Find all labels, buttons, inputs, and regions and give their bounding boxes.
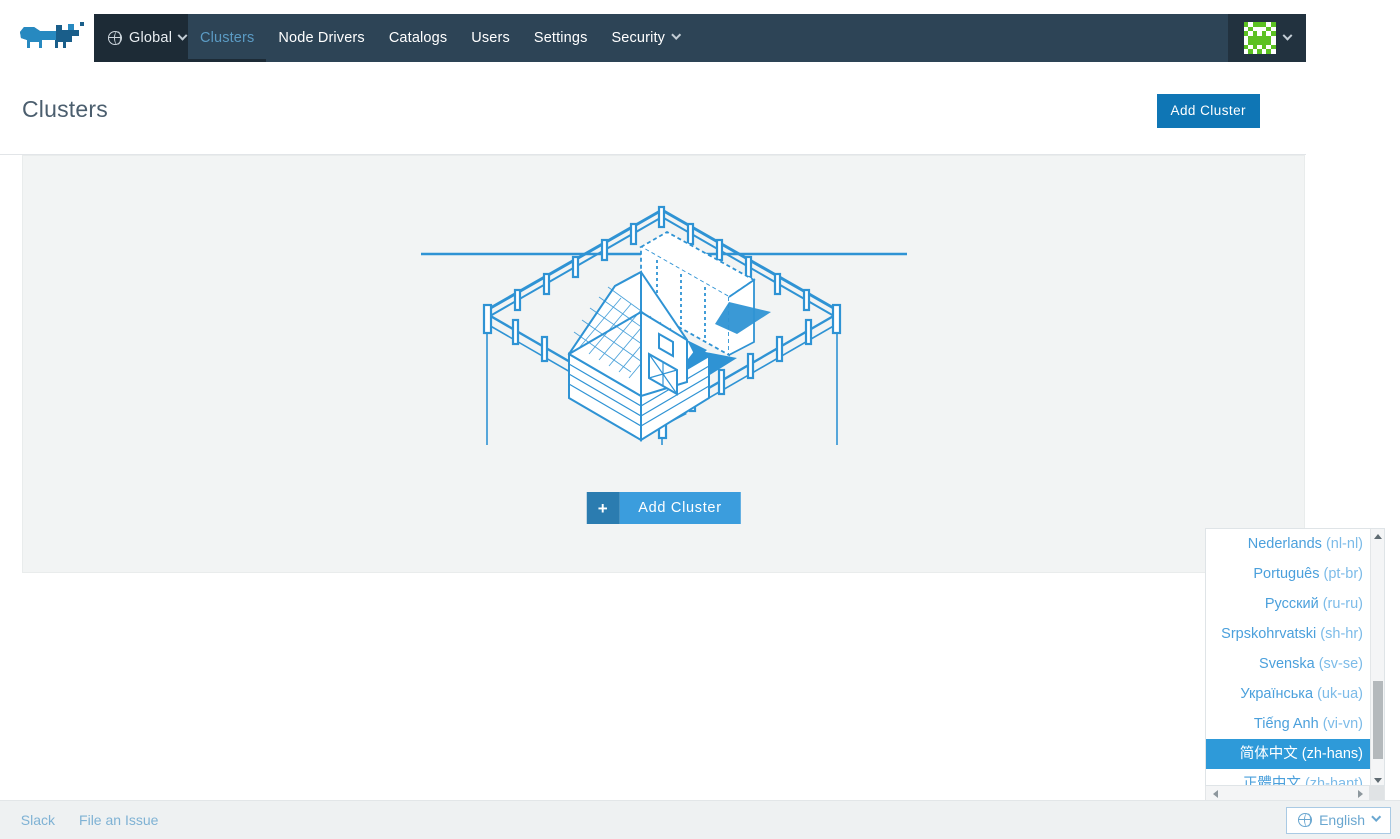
identicon-cell	[1271, 49, 1276, 54]
language-option[interactable]: Srpskohrvatski (sh-hr)	[1206, 619, 1370, 649]
nav-item-label: Settings	[534, 30, 588, 46]
navbar: Global Clusters Node Drivers Catalogs Users…	[94, 14, 1306, 62]
language-option[interactable]: Nederlands (nl-nl)	[1206, 529, 1370, 559]
nav-items: Clusters Node Drivers Catalogs Users Setting…	[188, 14, 691, 62]
language-code: (uk-ua)	[1317, 686, 1363, 702]
scroll-down-arrow-icon[interactable]	[1371, 773, 1385, 786]
language-option[interactable]: Português (pt-br)	[1206, 559, 1370, 589]
chevron-down-icon	[671, 30, 681, 40]
global-context-label: Global	[129, 30, 172, 46]
nav-item-node-drivers[interactable]: Node Drivers	[266, 14, 376, 62]
language-option-list: Nederlands (nl-nl)Português (pt-br)Русск…	[1206, 529, 1370, 786]
nav-item-security[interactable]: Security	[599, 14, 691, 62]
chevron-down-icon	[1282, 30, 1292, 40]
scroll-left-arrow-icon[interactable]	[1208, 786, 1223, 801]
language-option[interactable]: Svenska (sv-se)	[1206, 649, 1370, 679]
language-name: Tiếng Anh	[1254, 716, 1319, 732]
language-name: Nederlands	[1248, 536, 1322, 552]
language-code: (zh-hans)	[1302, 746, 1363, 762]
nav-item-label: Node Drivers	[278, 30, 364, 46]
nav-item-label: Security	[611, 30, 665, 46]
page-header: Clusters Add Cluster	[0, 62, 1306, 155]
language-code: (vi-vn)	[1323, 716, 1363, 732]
nav-item-label: Catalogs	[389, 30, 447, 46]
footer-links: usSlackFile an Issue	[0, 812, 158, 828]
scroll-up-arrow-icon[interactable]	[1371, 529, 1385, 543]
global-context-selector[interactable]: Global	[94, 14, 188, 62]
scroll-right-arrow-icon[interactable]	[1353, 786, 1368, 801]
globe-icon	[1298, 813, 1312, 827]
isometric-farm-barn-illustration	[419, 202, 909, 467]
footer-bar: usSlackFile an Issue English	[0, 800, 1400, 839]
language-selector-label: English	[1319, 812, 1365, 828]
nav-item-label: Users	[471, 30, 510, 46]
language-option[interactable]: Tiếng Anh (vi-vn)	[1206, 709, 1370, 739]
page-title: Clusters	[22, 96, 108, 123]
footer-link[interactable]: File an Issue	[79, 812, 158, 828]
language-name: Українська	[1240, 686, 1313, 702]
language-dropdown-menu[interactable]: Nederlands (nl-nl)Português (pt-br)Русск…	[1205, 528, 1385, 786]
language-code: (sv-se)	[1319, 656, 1363, 672]
language-name: 简体中文	[1240, 746, 1298, 762]
nav-item-users[interactable]: Users	[459, 14, 522, 62]
plus-icon: +	[586, 492, 619, 524]
scrollbar-corner	[1369, 786, 1384, 801]
language-code: (zh-hant)	[1305, 776, 1363, 786]
clusters-empty-state-panel: + Add Cluster	[22, 155, 1305, 573]
footer-link[interactable]: Slack	[21, 812, 55, 828]
language-name: Svenska	[1259, 656, 1315, 672]
add-cluster-label: Add Cluster	[619, 492, 740, 524]
language-option[interactable]: Українська (uk-ua)	[1206, 679, 1370, 709]
language-name: Русский	[1265, 596, 1319, 612]
add-cluster-button-header[interactable]: Add Cluster	[1157, 94, 1260, 128]
user-menu[interactable]	[1228, 14, 1306, 62]
chevron-down-icon	[1371, 812, 1381, 822]
nav-item-label: Clusters	[200, 30, 254, 46]
language-code: (ru-ru)	[1323, 596, 1363, 612]
chevron-down-icon	[178, 30, 188, 40]
language-code: (pt-br)	[1324, 566, 1363, 582]
top-navigation-bar: Global Clusters Node Drivers Catalogs Users…	[0, 0, 1400, 62]
nav-item-settings[interactable]: Settings	[522, 14, 600, 62]
vertical-scrollbar-thumb[interactable]	[1373, 681, 1383, 759]
language-name: Português	[1253, 566, 1319, 582]
language-option[interactable]: 简体中文 (zh-hans)	[1206, 739, 1370, 769]
avatar	[1244, 22, 1276, 54]
nav-item-catalogs[interactable]: Catalogs	[377, 14, 459, 62]
language-name: 正體中文	[1243, 776, 1301, 786]
language-name: Srpskohrvatski	[1221, 626, 1316, 642]
language-code: (sh-hr)	[1320, 626, 1363, 642]
rancher-logo[interactable]	[18, 18, 86, 52]
language-code: (nl-nl)	[1326, 536, 1363, 552]
globe-icon	[108, 31, 122, 45]
language-option[interactable]: Русский (ru-ru)	[1206, 589, 1370, 619]
dropdown-vertical-scrollbar[interactable]	[1370, 529, 1384, 786]
language-option[interactable]: 正體中文 (zh-hant)	[1206, 769, 1370, 786]
nav-item-clusters[interactable]: Clusters	[188, 14, 266, 62]
language-selector-button[interactable]: English	[1286, 807, 1391, 834]
add-cluster-button-empty-state[interactable]: + Add Cluster	[586, 492, 740, 524]
